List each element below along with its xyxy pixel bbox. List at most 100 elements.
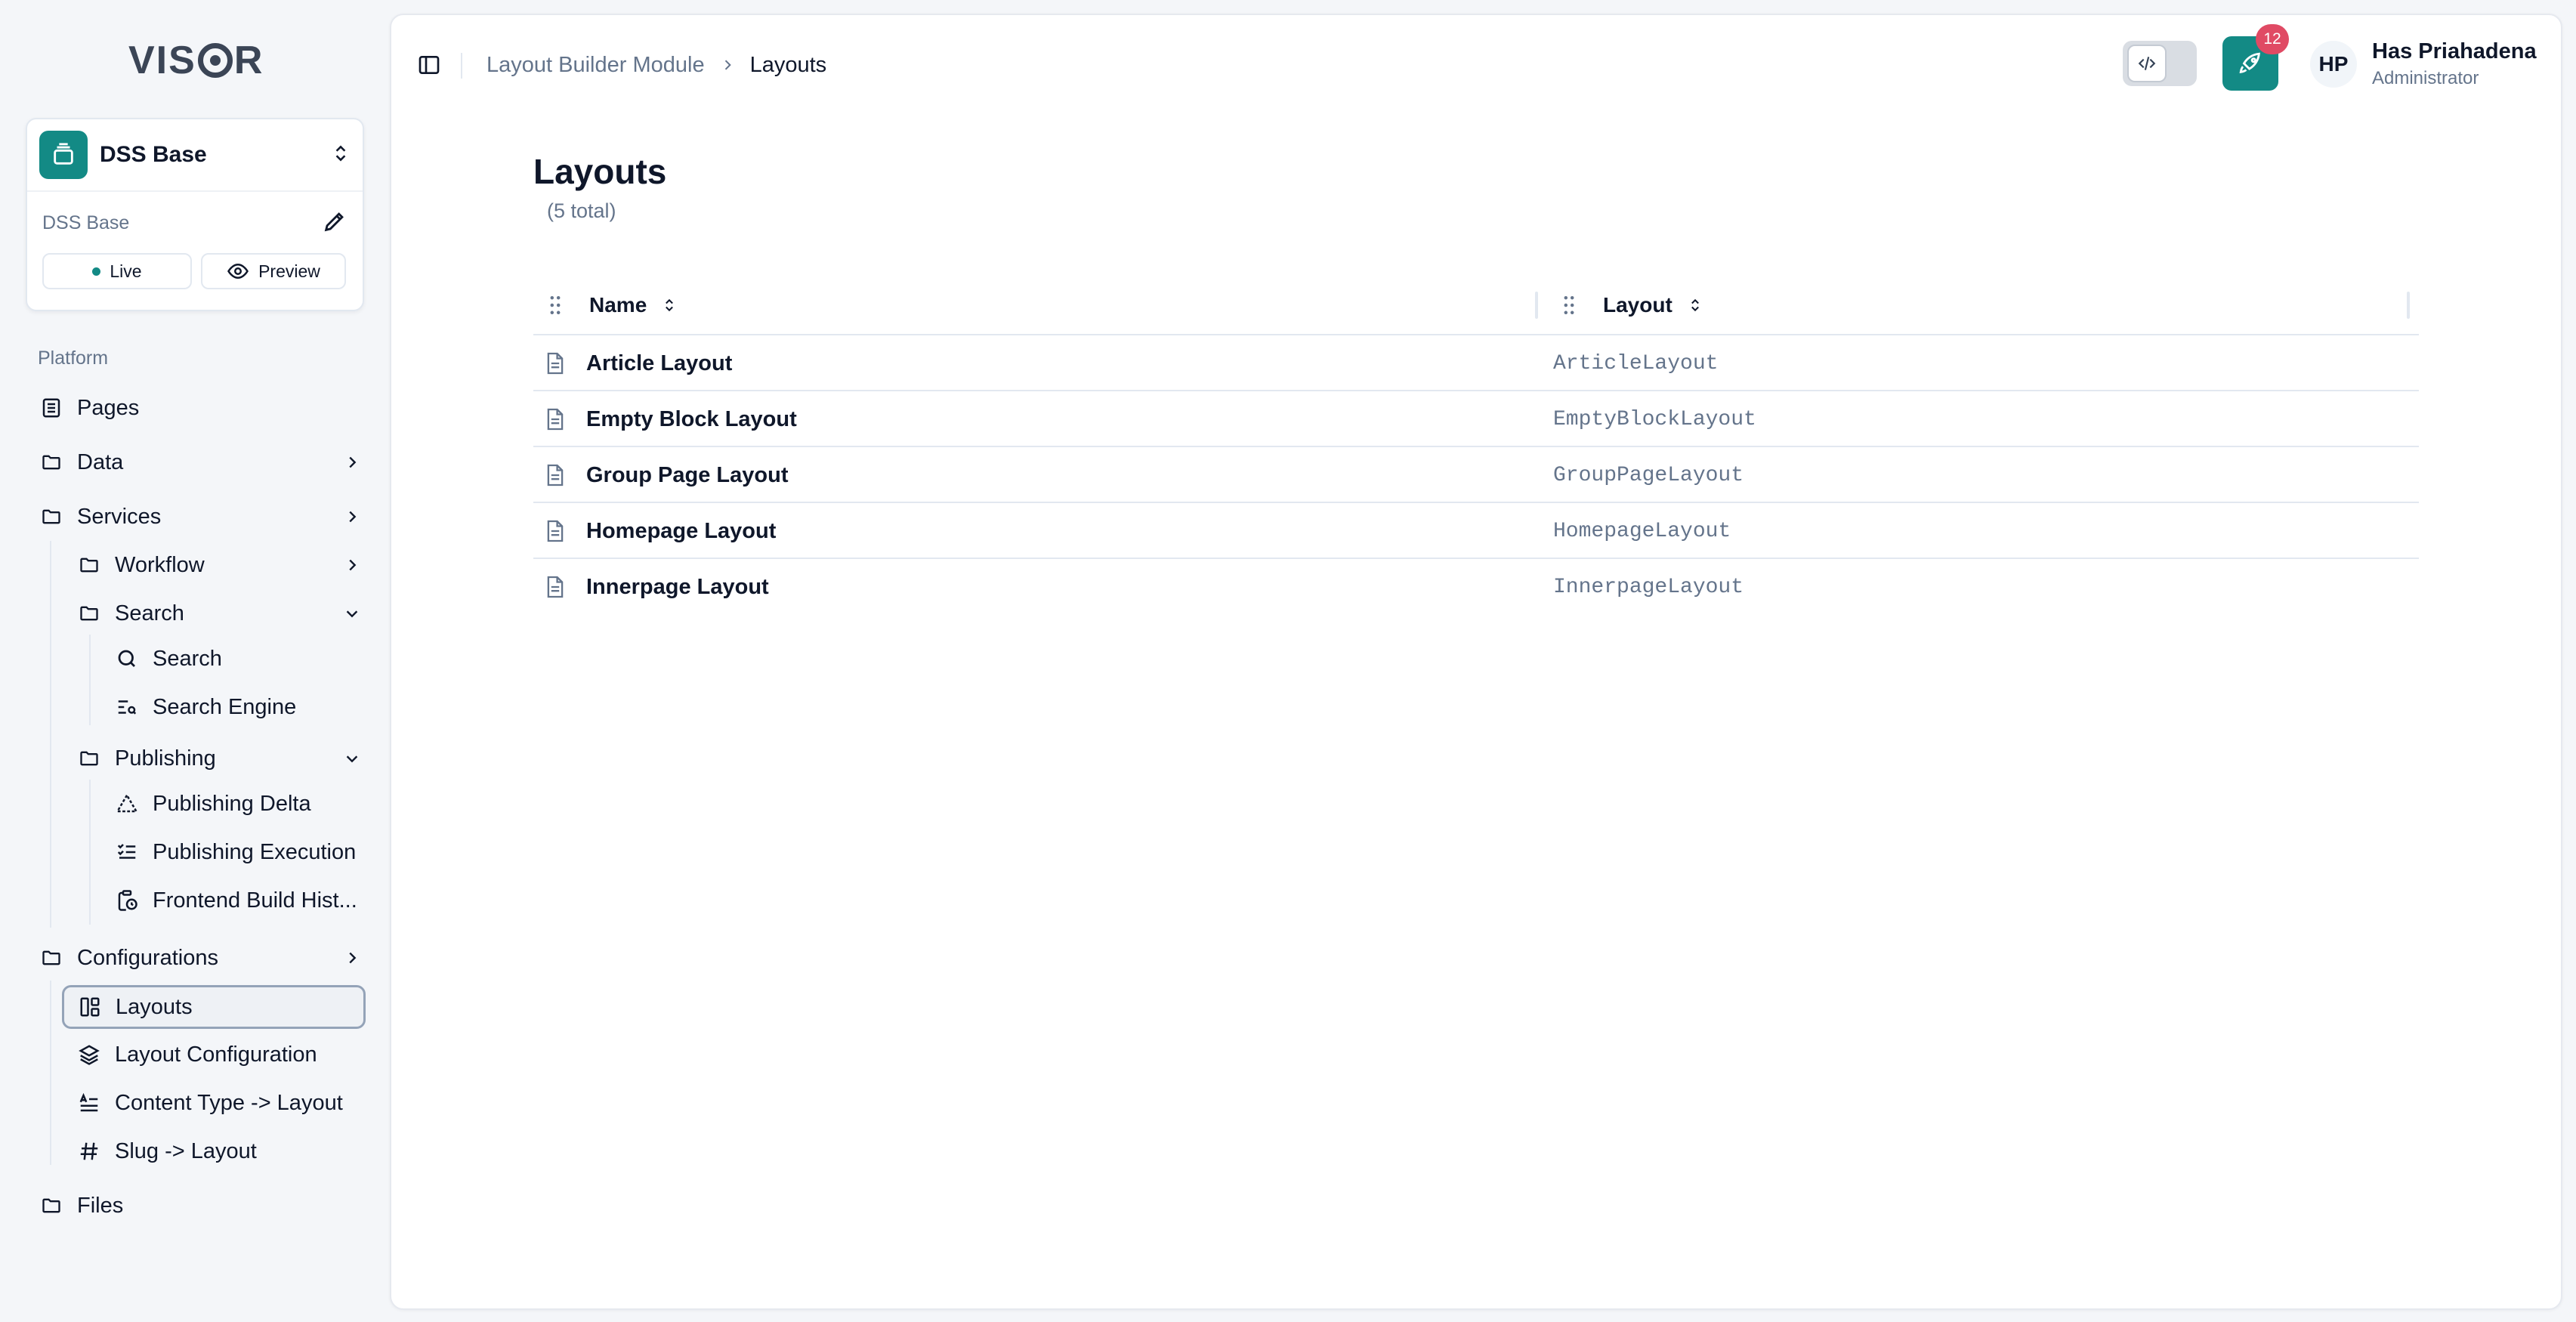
sidebar: VIS R DSS Base DSS Base Live Preview Pla… xyxy=(0,0,387,1322)
sidebar-item-label: Services xyxy=(77,504,162,529)
sidebar-item-files[interactable]: Files xyxy=(38,1185,364,1227)
table-row[interactable]: Group Page Layout GroupPageLayout xyxy=(533,447,2419,503)
sidebar-item-publishing[interactable]: Publishing xyxy=(76,737,364,780)
breadcrumb-parent-link[interactable]: Layout Builder Module xyxy=(486,53,705,78)
row-name[interactable]: Innerpage Layout xyxy=(586,575,769,600)
sidebar-item-workflow[interactable]: Workflow xyxy=(76,544,364,586)
sort-icon[interactable] xyxy=(1688,295,1703,316)
site-name: DSS Base xyxy=(100,142,207,167)
sidebar-item-layouts[interactable]: Layouts xyxy=(62,985,366,1029)
sidebar-item-label: Search xyxy=(153,646,222,671)
avatar[interactable]: HP xyxy=(2310,41,2357,88)
row-name[interactable]: Article Layout xyxy=(586,351,732,376)
main-panel: Layout Builder Module Layouts 12 HP Has … xyxy=(390,14,2562,1310)
sidebar-item-label: Publishing xyxy=(115,746,216,771)
row-name[interactable]: Group Page Layout xyxy=(586,463,788,488)
breadcrumb: Layout Builder Module Layouts xyxy=(486,50,826,80)
site-switcher-card: DSS Base DSS Base Live Preview xyxy=(26,118,364,311)
file-text-icon xyxy=(544,406,567,432)
list-checks-icon xyxy=(113,839,141,866)
folder-icon xyxy=(38,1192,65,1219)
table-row[interactable]: Article Layout ArticleLayout xyxy=(533,335,2419,391)
sidebar-item-search-engine[interactable]: Search Engine xyxy=(113,686,364,728)
layers-icon xyxy=(76,1041,103,1068)
sidebar-item-pages[interactable]: Pages xyxy=(38,387,364,429)
sidebar-item-label: Publishing Execution xyxy=(153,839,357,864)
live-label: Live xyxy=(110,261,142,281)
search-icon xyxy=(113,645,141,672)
row-layout: InnerpageLayout xyxy=(1553,575,1744,599)
layouts-table: Name Layout Article Layout ArticleLayout… xyxy=(533,275,2419,615)
site-icon xyxy=(39,131,88,179)
tree-line xyxy=(50,981,51,1165)
drag-handle-icon[interactable] xyxy=(1558,294,1580,317)
rocket-icon xyxy=(2238,51,2263,76)
sidebar-item-label: Pages xyxy=(77,395,140,420)
sidebar-toggle-icon[interactable] xyxy=(414,50,444,80)
table-row[interactable]: Homepage Layout HomepageLayout xyxy=(533,503,2419,559)
folder-icon xyxy=(76,551,103,579)
text-type-icon xyxy=(76,1089,103,1117)
file-text-icon xyxy=(544,351,567,376)
preview-button[interactable]: Preview xyxy=(201,253,346,289)
sidebar-item-label: Publishing Delta xyxy=(153,791,311,816)
user-name: Has Priahadena xyxy=(2372,39,2537,63)
sidebar-item-search[interactable]: Search xyxy=(113,638,364,680)
tree-line xyxy=(50,541,51,928)
sidebar-item-label: Slug -> Layout xyxy=(115,1138,257,1163)
logo-eye-icon xyxy=(197,43,233,78)
tree-line xyxy=(89,635,91,725)
drag-handle-icon[interactable] xyxy=(544,294,567,317)
sidebar-item-publishing-execution[interactable]: Publishing Execution xyxy=(113,831,364,873)
sidebar-item-label: Search xyxy=(115,601,184,625)
column-header-layout[interactable]: Layout xyxy=(1558,275,1703,335)
chevron-right-icon xyxy=(720,57,735,73)
folder-icon xyxy=(76,745,103,772)
chevron-down-icon xyxy=(340,601,364,625)
row-name[interactable]: Empty Block Layout xyxy=(586,407,797,432)
top-bar: Layout Builder Module Layouts 12 HP Has … xyxy=(391,15,2561,112)
row-layout: HomepageLayout xyxy=(1553,519,1731,543)
total-count: (5 total) xyxy=(547,199,616,222)
sidebar-item-frontend-build-history[interactable]: Frontend Build Hist... xyxy=(113,879,364,922)
code-view-toggle[interactable] xyxy=(2123,41,2197,86)
live-button[interactable]: Live xyxy=(42,253,192,289)
folder-icon xyxy=(38,449,65,476)
layout-dashboard-icon xyxy=(76,993,103,1021)
eye-icon xyxy=(227,260,249,283)
live-status-dot xyxy=(92,267,101,276)
sort-icon[interactable] xyxy=(662,295,677,316)
sidebar-item-layout-configuration[interactable]: Layout Configuration xyxy=(76,1033,364,1076)
edit-pencil-icon[interactable] xyxy=(322,208,347,238)
breadcrumb-current: Layouts xyxy=(749,52,827,77)
sidebar-item-services[interactable]: Services xyxy=(38,496,364,538)
sidebar-item-search-group[interactable]: Search xyxy=(76,592,364,635)
table-row[interactable]: Innerpage Layout InnerpageLayout xyxy=(533,559,2419,615)
site-switcher[interactable]: DSS Base xyxy=(27,119,363,192)
column-header-name[interactable]: Name xyxy=(544,275,677,335)
sidebar-item-data[interactable]: Data xyxy=(38,441,364,483)
search-engine-icon xyxy=(113,693,141,721)
chevron-up-down-icon[interactable] xyxy=(331,142,351,168)
site-sub-label: DSS Base xyxy=(42,212,130,233)
column-resizer[interactable] xyxy=(1535,292,1538,319)
sidebar-item-slug-layout[interactable]: Slug -> Layout xyxy=(76,1130,364,1172)
file-text-icon xyxy=(544,518,567,544)
sidebar-item-publishing-delta[interactable]: Publishing Delta xyxy=(113,783,364,825)
sidebar-item-label: Configurations xyxy=(77,945,218,970)
sidebar-item-label: Layouts xyxy=(116,994,193,1019)
row-name[interactable]: Homepage Layout xyxy=(586,519,776,544)
sidebar-item-configurations[interactable]: Configurations xyxy=(38,937,364,979)
sidebar-item-label: Data xyxy=(77,449,124,474)
sidebar-item-label: Files xyxy=(77,1193,124,1218)
sidebar-item-content-type-layout[interactable]: Content Type -> Layout xyxy=(76,1082,364,1124)
visor-logo[interactable]: VIS R xyxy=(128,38,264,83)
code-icon xyxy=(2127,45,2167,82)
chevron-right-icon xyxy=(340,946,364,970)
table-row[interactable]: Empty Block Layout EmptyBlockLayout xyxy=(533,391,2419,447)
column-resizer[interactable] xyxy=(2407,292,2410,319)
folder-icon xyxy=(76,600,103,627)
notification-badge: 12 xyxy=(2256,24,2289,54)
row-layout: GroupPageLayout xyxy=(1553,463,1744,487)
sidebar-item-label: Search Engine xyxy=(153,694,297,719)
